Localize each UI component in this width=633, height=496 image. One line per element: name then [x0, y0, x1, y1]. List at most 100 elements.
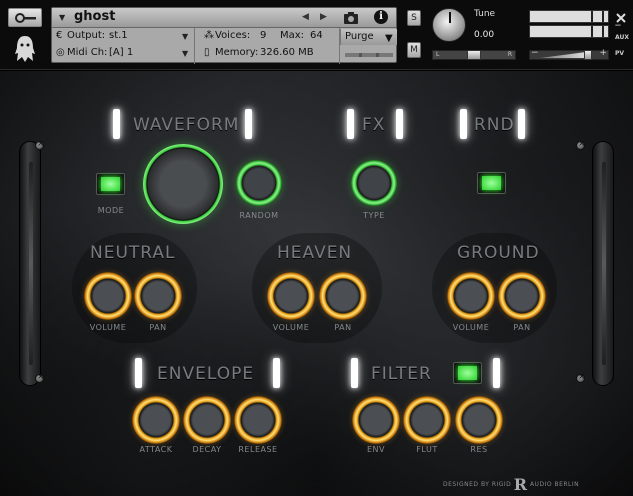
filter-lamp-left	[351, 358, 358, 388]
fx-lamp-right	[396, 109, 403, 139]
memory-label: Memory:	[215, 47, 259, 58]
neutral-volume-label: VOLUME	[89, 323, 127, 332]
max-voices-value[interactable]: 64	[310, 30, 323, 41]
attack-knob[interactable]	[132, 396, 180, 444]
rnd-button[interactable]	[477, 172, 506, 194]
output-level-meter-right	[529, 25, 609, 38]
instrument-name[interactable]: ghost	[74, 9, 115, 24]
pan-right-label: R	[507, 51, 512, 58]
right-side-rail	[592, 141, 614, 386]
waveform-lamp-left	[113, 109, 120, 139]
filter-env-label: ENV	[366, 445, 385, 454]
envelope-lamp-right	[273, 358, 280, 388]
close-icon[interactable]	[615, 8, 627, 23]
pv-button[interactable]: PV	[615, 50, 624, 57]
ground-pan-knob[interactable]	[498, 272, 546, 320]
memory-value: 326.60 MB	[260, 47, 314, 58]
fx-type-knob[interactable]	[351, 160, 397, 206]
purge-dropdown[interactable]: Purge ▼	[340, 29, 397, 45]
output-dropdown-icon[interactable]: ▼	[182, 32, 188, 41]
pan-slider[interactable]: L R	[432, 50, 516, 60]
rnd-lamp-left	[460, 109, 467, 139]
solo-button[interactable]: S	[407, 10, 421, 26]
volume-slider-thumb[interactable]	[584, 50, 592, 60]
ghost-logo-icon	[15, 36, 35, 62]
release-knob[interactable]	[234, 396, 282, 444]
decay-knob[interactable]	[183, 396, 231, 444]
rnd-title: RND	[474, 115, 515, 135]
envelope-title: ENVELOPE	[157, 364, 255, 384]
heaven-volume-label: VOLUME	[272, 323, 310, 332]
wrench-icon	[15, 13, 36, 23]
filter-res-label: RES	[470, 445, 488, 454]
instrument-edit-button[interactable]	[8, 8, 42, 27]
mode-label: MODE	[97, 206, 125, 215]
volume-slider[interactable]: − +	[529, 48, 609, 60]
voices-value: 9	[260, 30, 267, 41]
filter-enable-button[interactable]	[453, 362, 482, 384]
neutral-pan-knob[interactable]	[134, 272, 182, 320]
midi-dropdown-icon[interactable]: ▼	[182, 49, 188, 58]
instrument-gui: WAVEFORM FX RND MODE RANDOM TYPE NEUTRAL…	[0, 71, 633, 496]
midi-label: Midi Ch:	[67, 47, 108, 58]
neutral-volume-knob[interactable]	[84, 272, 132, 320]
pan-slider-thumb[interactable]	[467, 50, 481, 60]
heaven-volume-knob[interactable]	[267, 272, 315, 320]
ground-pan-label: PAN	[513, 323, 531, 332]
instrument-menu-caret-icon[interactable]: ▼	[59, 13, 65, 22]
instrument-title-bar: ▼ ghost ◀ ▶ i	[52, 8, 396, 28]
credit-designed-by: DESIGNED BY	[443, 481, 490, 488]
divider	[194, 28, 195, 64]
pan-left-label: L	[436, 51, 440, 58]
credit-berlin: BERLIN	[554, 481, 580, 488]
mute-button[interactable]: M	[407, 42, 421, 58]
attack-label: ATTACK	[139, 445, 173, 454]
mode-button[interactable]	[96, 173, 125, 195]
rigid-audio-logo-icon: R	[513, 475, 528, 494]
memory-icon: ▯	[204, 47, 210, 58]
heaven-pan-knob[interactable]	[319, 272, 367, 320]
random-knob[interactable]	[236, 160, 282, 206]
output-value[interactable]: st.1	[109, 30, 128, 41]
next-instrument-icon[interactable]: ▶	[320, 12, 327, 22]
midi-channel-value[interactable]: [A] 1	[109, 47, 133, 58]
waveform-knob[interactable]	[143, 144, 223, 224]
volume-minus-label: −	[531, 48, 539, 58]
voices-icon: ⁂	[204, 30, 214, 41]
filter-res-knob[interactable]	[455, 396, 503, 444]
max-label: Max:	[280, 30, 305, 41]
designer-credit: DESIGNED BY RIGID R AUDIO BERLIN	[443, 475, 579, 494]
screw-icon	[35, 139, 45, 150]
random-label: RANDOM	[239, 211, 279, 220]
aux-button[interactable]: AUX	[615, 34, 629, 41]
volume-slider-fill	[540, 52, 586, 58]
instrument-header: ▼ ghost ◀ ▶ i € Output: st.1 ▼ ⁂ Voices:…	[0, 0, 633, 70]
tune-label: Tune	[474, 9, 496, 19]
waveform-title: WAVEFORM	[133, 115, 240, 135]
midi-icon: ◎	[56, 47, 65, 58]
ground-volume-knob[interactable]	[447, 272, 495, 320]
fx-lamp-left	[347, 109, 354, 139]
filter-flut-knob[interactable]	[403, 396, 451, 444]
filter-env-knob[interactable]	[352, 396, 400, 444]
filter-flut-label: FLUT	[416, 445, 438, 454]
output-label: Output:	[67, 30, 106, 41]
output-level-meter-left	[529, 10, 609, 23]
prev-instrument-icon[interactable]: ◀	[302, 12, 309, 22]
credit-audio: AUDIO	[529, 481, 553, 488]
minimize-icon[interactable]: —	[615, 22, 621, 29]
filter-title: FILTER	[371, 364, 432, 384]
instrument-info-panel: ▼ ghost ◀ ▶ i € Output: st.1 ▼ ⁂ Voices:…	[51, 7, 397, 64]
tune-knob[interactable]	[432, 8, 466, 42]
decay-label: DECAY	[192, 445, 222, 454]
snapshot-camera-icon[interactable]	[340, 9, 362, 27]
rnd-lamp-right	[518, 109, 525, 139]
waveform-lamp-right	[245, 109, 252, 139]
info-button[interactable]: i	[370, 9, 392, 27]
info-icon: i	[374, 10, 388, 24]
fx-title: FX	[362, 115, 386, 135]
filter-lamp-right	[493, 358, 500, 388]
heaven-pan-label: PAN	[334, 323, 352, 332]
release-label: RELEASE	[238, 445, 278, 454]
left-side-rail	[19, 141, 41, 386]
